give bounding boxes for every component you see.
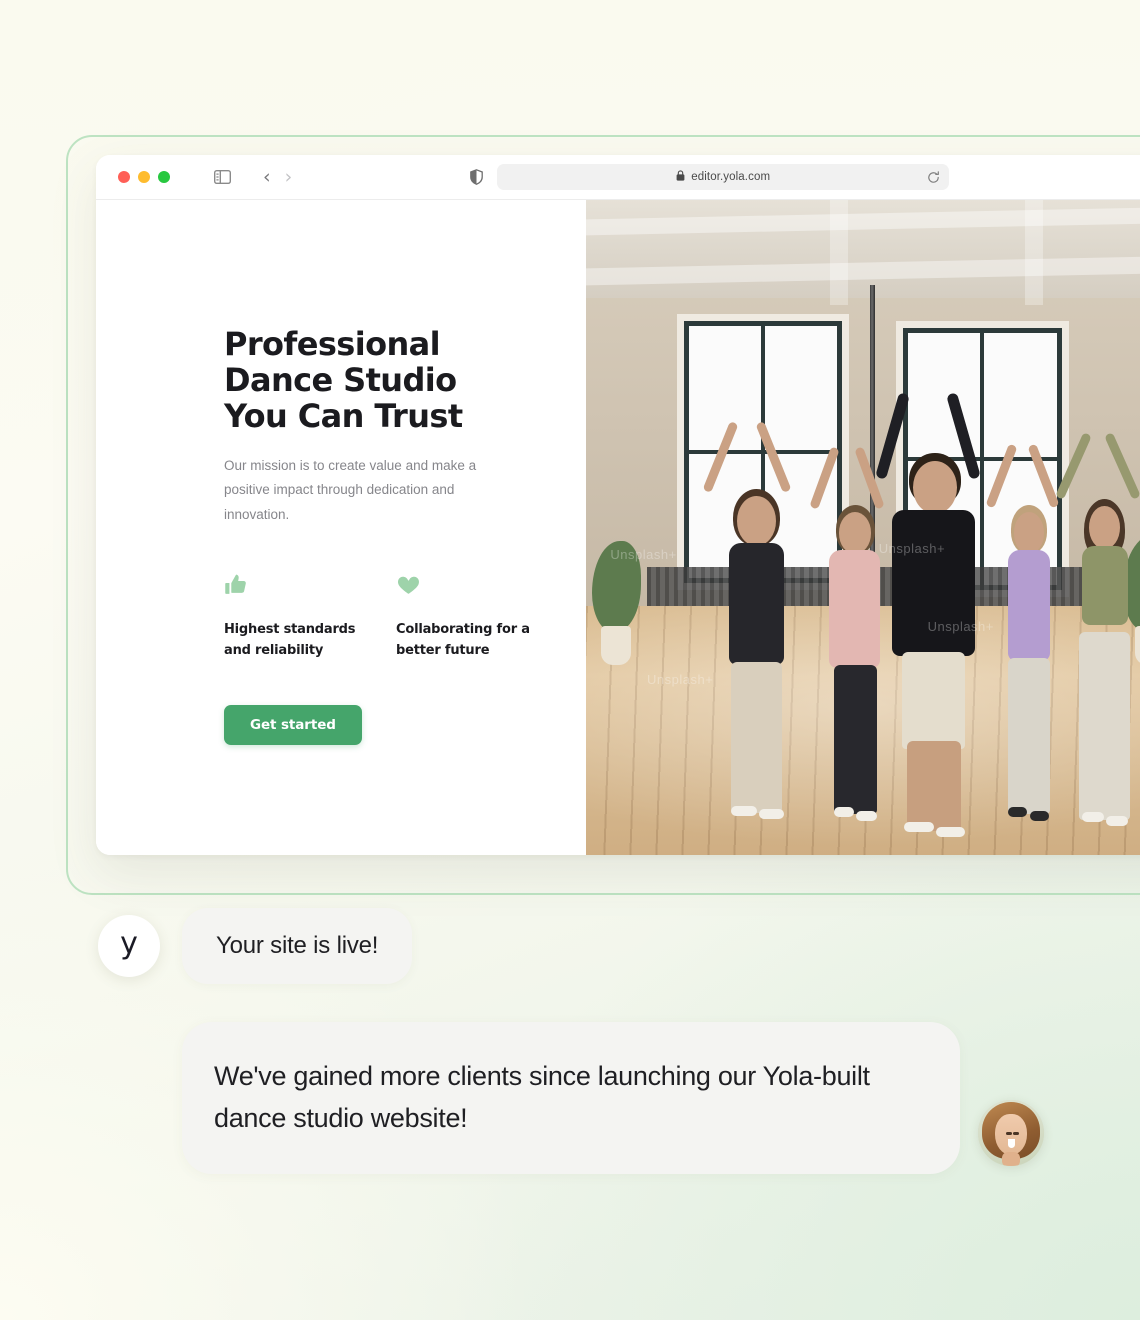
address-bar[interactable]: editor.yola.com: [497, 164, 950, 190]
photo-dancer: [702, 421, 806, 842]
maximize-window-button[interactable]: [158, 171, 170, 183]
heart-icon: [396, 569, 536, 597]
feature-label: Highest standards and reliability: [224, 621, 356, 658]
chat-bubble-testimonial: We've gained more clients since launchin…: [182, 1022, 960, 1174]
photo-ceiling-beam: [830, 200, 849, 305]
photo-window-mullion: [688, 450, 838, 455]
sidebar-toggle-icon[interactable]: [214, 170, 231, 184]
browser-toolbar: ‹ › editor.yola.com: [96, 155, 1140, 200]
avatar-neck: [1001, 1152, 1021, 1166]
photo-ceiling-beam: [1025, 200, 1044, 305]
back-chevron-icon[interactable]: ‹: [263, 167, 271, 187]
avatar-eye: [1005, 1132, 1012, 1136]
hero-subtitle: Our mission is to create value and make …: [224, 458, 477, 522]
minimize-window-button[interactable]: [138, 171, 150, 183]
website-preview: Professional Dance Studio You Can Trust …: [96, 200, 1140, 855]
window-traffic-lights[interactable]: [118, 171, 170, 183]
hero-text-column: Professional Dance Studio You Can Trust …: [96, 200, 586, 855]
get-started-button[interactable]: Get started: [224, 704, 362, 745]
feature-item: Collaborating for a better future: [396, 569, 536, 661]
privacy-shield-icon[interactable]: [470, 169, 484, 185]
dance-studio-photo: Unsplash+ Unsplash+ Unsplash+ Unsplash+: [586, 200, 1140, 855]
chat-message-row-brand: y Your site is live!: [98, 908, 413, 984]
photo-dancer: [984, 443, 1068, 842]
forward-chevron-icon[interactable]: ›: [285, 167, 293, 187]
chat-bubble-status: Your site is live!: [182, 908, 413, 984]
feature-item: Highest standards and reliability: [224, 569, 364, 661]
chat-message-row-testimonial: We've gained more clients since launchin…: [182, 1022, 1044, 1174]
reload-icon[interactable]: [927, 170, 940, 184]
photo-dancer-center: [873, 392, 995, 855]
hero-image-column: Unsplash+ Unsplash+ Unsplash+ Unsplash+: [586, 200, 1140, 855]
thumbs-up-icon: [224, 569, 364, 597]
hero-features: Highest standards and reliability Collab…: [224, 569, 554, 661]
avatar-eye: [1012, 1132, 1019, 1136]
photo-plant-pot: [600, 625, 632, 666]
avatar-face: [995, 1114, 1027, 1156]
browser-window: ‹ › editor.yola.com Professional Dance S…: [96, 155, 1140, 855]
hero-title-line-1: Professional: [224, 325, 441, 363]
avatar: y: [98, 915, 160, 977]
page-title: Professional Dance Studio You Can Trust: [224, 326, 554, 434]
avatar-smile: [1007, 1138, 1015, 1148]
lock-icon: [676, 170, 685, 184]
hero-copy: Professional Dance Studio You Can Trust …: [224, 326, 554, 745]
close-window-button[interactable]: [118, 171, 130, 183]
url-text: editor.yola.com: [691, 171, 771, 183]
navigation-arrows[interactable]: ‹ ›: [263, 167, 293, 187]
avatar: [978, 1099, 1044, 1166]
feature-label: Collaborating for a better future: [396, 621, 530, 658]
photo-dancer: [1054, 431, 1140, 848]
hero-title-line-2: Dance Studio: [224, 361, 457, 400]
hero-title-line-3: You Can Trust: [224, 397, 463, 436]
